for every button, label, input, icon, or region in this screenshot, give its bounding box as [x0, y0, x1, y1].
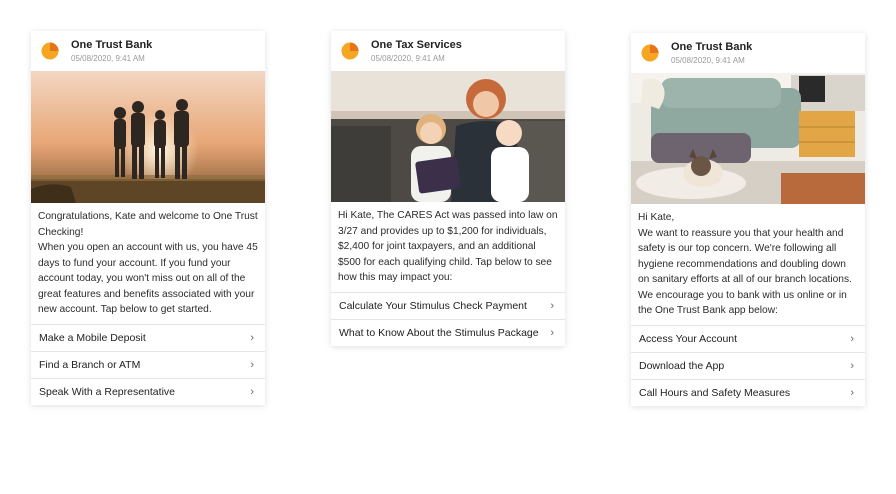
sender-name: One Tax Services [371, 39, 462, 51]
message-paragraph: We want to reassure you that your health… [638, 227, 852, 286]
make-mobile-deposit-button[interactable]: Make a Mobile Deposit › [31, 325, 265, 352]
download-app-button[interactable]: Download the App › [631, 353, 865, 380]
action-label: Make a Mobile Deposit [39, 331, 146, 344]
chevron-right-icon: › [550, 326, 554, 339]
message-paragraph: We encourage you to bank with us online … [638, 289, 847, 317]
action-label: What to Know About the Stimulus Package [339, 326, 539, 339]
find-branch-atm-button[interactable]: Find a Branch or ATM › [31, 352, 265, 379]
chevron-right-icon: › [850, 386, 854, 399]
message-body: Hi Kate, We want to reassure you that yo… [631, 204, 865, 325]
chevron-right-icon: › [250, 331, 254, 344]
bank-logo-icon [641, 44, 659, 62]
action-label: Call Hours and Safety Measures [639, 386, 791, 399]
chevron-right-icon: › [250, 385, 254, 398]
message-paragraph: When you open an account with us, you ha… [38, 242, 258, 315]
message-card-safety: One Trust Bank 05/08/2020, 9:41 AM Hi Ka… [631, 33, 865, 406]
timestamp: 05/08/2020, 9:41 AM [71, 54, 145, 63]
chevron-right-icon: › [550, 299, 554, 312]
family-tablet-photo [331, 71, 565, 202]
speak-with-representative-button[interactable]: Speak With a Representative › [31, 379, 265, 405]
calculate-stimulus-button[interactable]: Calculate Your Stimulus Check Payment › [331, 293, 565, 320]
message-paragraph: Congratulations, Kate and welcome to One… [38, 211, 258, 238]
card-header: One Trust Bank 05/08/2020, 9:41 AM [631, 33, 865, 73]
stimulus-package-info-button[interactable]: What to Know About the Stimulus Package … [331, 320, 565, 346]
chevron-right-icon: › [850, 332, 854, 345]
action-list: Access Your Account › Download the App ›… [631, 324, 865, 406]
dog-living-room-photo [631, 73, 865, 204]
chevron-right-icon: › [250, 358, 254, 371]
bank-logo-icon [41, 42, 59, 60]
family-sunset-photo [31, 71, 265, 203]
message-card-welcome: One Trust Bank 05/08/2020, 9:41 AM Congr… [31, 31, 265, 405]
sender-name: One Trust Bank [671, 41, 753, 53]
message-paragraph: Hi Kate, [638, 212, 675, 223]
chevron-right-icon: › [850, 359, 854, 372]
action-list: Make a Mobile Deposit › Find a Branch or… [31, 323, 265, 405]
message-paragraph: Hi Kate, The CARES Act was passed into l… [338, 210, 558, 283]
message-body: Hi Kate, The CARES Act was passed into l… [331, 202, 565, 292]
bank-logo-icon [341, 42, 359, 60]
action-list: Calculate Your Stimulus Check Payment › … [331, 291, 565, 346]
card-header: One Trust Bank 05/08/2020, 9:41 AM [31, 31, 265, 71]
action-label: Find a Branch or ATM [39, 358, 141, 371]
action-label: Speak With a Representative [39, 385, 175, 398]
action-label: Download the App [639, 359, 725, 372]
access-account-button[interactable]: Access Your Account › [631, 326, 865, 353]
message-body: Congratulations, Kate and welcome to One… [31, 203, 265, 324]
call-hours-safety-button[interactable]: Call Hours and Safety Measures › [631, 380, 865, 406]
card-header: One Tax Services 05/08/2020, 9:41 AM [331, 31, 565, 71]
message-card-tax: One Tax Services 05/08/2020, 9:41 AM Hi … [331, 31, 565, 346]
timestamp: 05/08/2020, 9:41 AM [671, 56, 745, 65]
action-label: Access Your Account [639, 332, 738, 345]
action-label: Calculate Your Stimulus Check Payment [339, 299, 527, 312]
timestamp: 05/08/2020, 9:41 AM [371, 54, 445, 63]
sender-name: One Trust Bank [71, 39, 153, 51]
